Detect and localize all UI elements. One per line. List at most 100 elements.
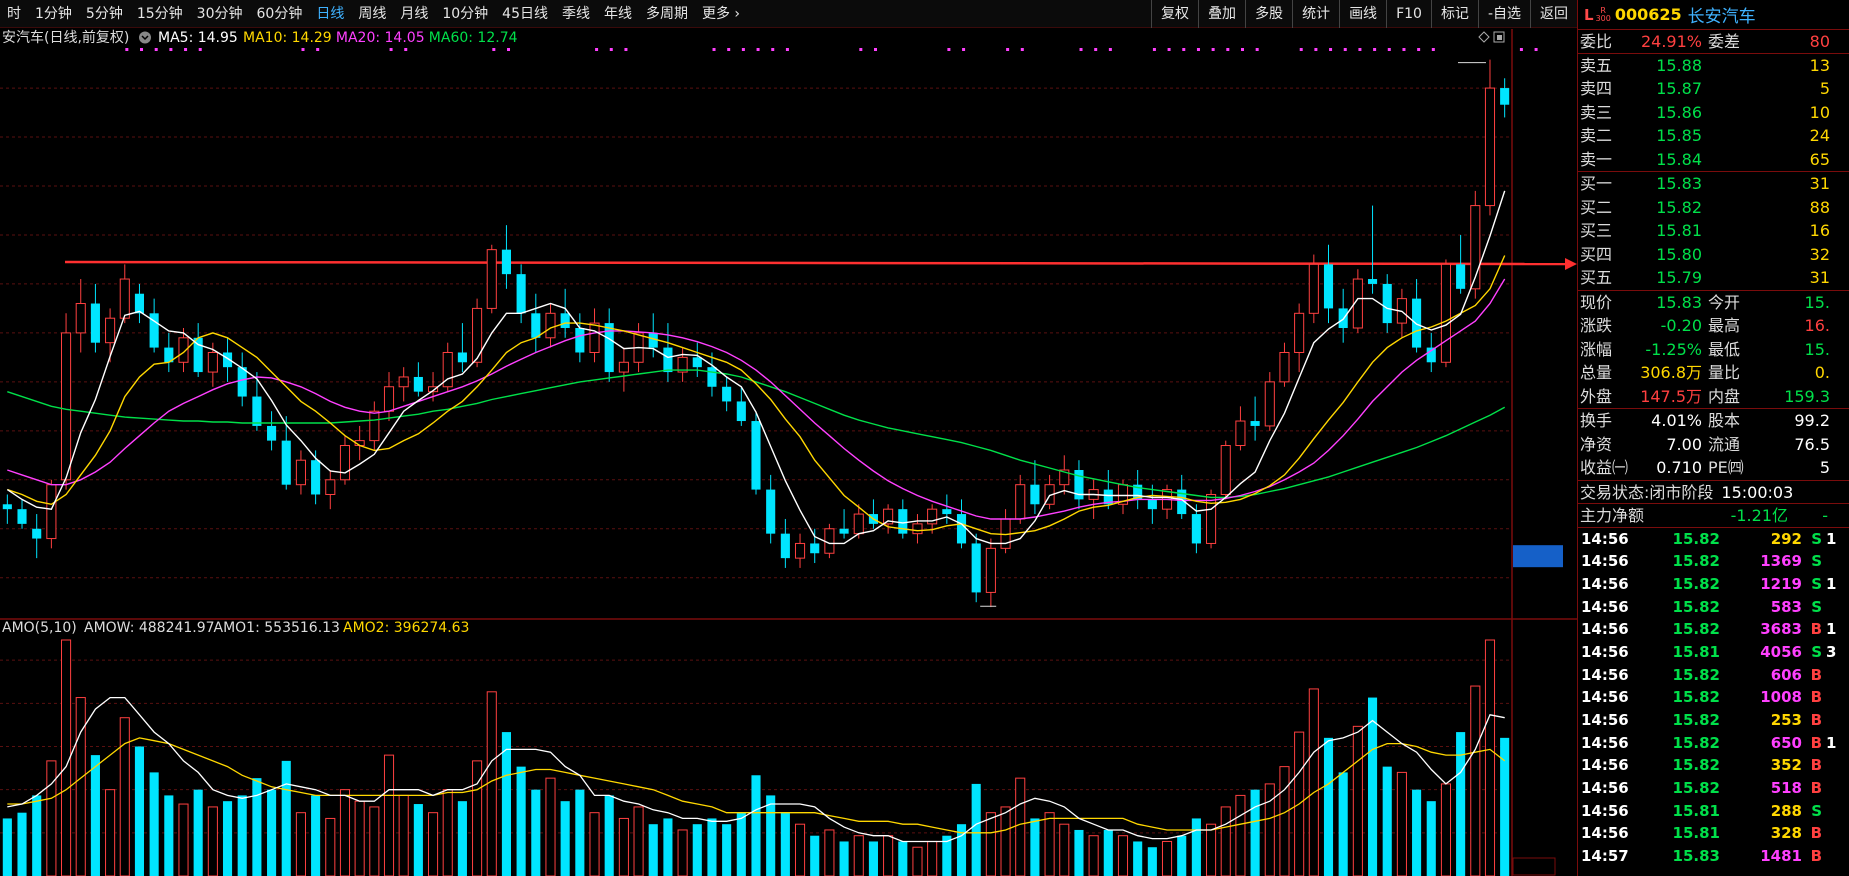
tab-period-8[interactable]: 月线 — [393, 0, 435, 28]
volume-bar-10 — [149, 772, 159, 876]
tool-button-4[interactable]: 画线 — [1339, 0, 1386, 28]
tick-side: S — [1811, 529, 1822, 548]
stat-value: 7.00 — [1666, 434, 1702, 454]
candle-54 — [794, 533, 806, 568]
candle-body-101 — [1484, 87, 1496, 207]
current-price-box — [1513, 545, 1563, 568]
candle-body-85 — [1250, 421, 1260, 426]
stat-value: 0.710 — [1656, 458, 1702, 477]
candle-body-86 — [1264, 381, 1275, 427]
volume-bar-83 — [1220, 806, 1231, 876]
tool-button-5[interactable]: F10 — [1386, 0, 1431, 28]
candle-body-2 — [32, 528, 42, 539]
signal-dot-81 — [1314, 48, 1318, 51]
tick-list[interactable]: 14:56 15.82 292 S 1 14:56 15.82 1369 S 14:56 15.82… — [1578, 528, 1849, 868]
tick-time: 14:56 — [1581, 642, 1629, 661]
volume-bar-14 — [207, 806, 218, 876]
bids-label: 买四 — [1580, 244, 1613, 264]
candle-39 — [575, 313, 585, 363]
asks-price: 15.84 — [1656, 149, 1702, 169]
signal-dot-85 — [1373, 48, 1377, 51]
candle-body-18 — [267, 425, 277, 441]
volume-bar-57 — [839, 841, 849, 876]
tab-period-0[interactable]: 时 — [0, 0, 28, 28]
candle-62 — [912, 514, 923, 544]
tab-period-2[interactable]: 5分钟 — [79, 0, 130, 28]
stock-name[interactable]: 长安汽车 — [1688, 2, 1756, 27]
asks-volume: 5 — [1819, 79, 1830, 98]
tab-period-5[interactable]: 60分钟 — [250, 0, 310, 28]
candle-body-1 — [17, 509, 27, 524]
kline-chart[interactable]: 安汽车(日线,前复权) MA5: 14.95 MA10: 14.29 MA20: 1… — [0, 29, 1577, 876]
stat-label: 涨跌 — [1580, 316, 1613, 335]
tab-period-4[interactable]: 30分钟 — [190, 0, 250, 28]
tick-volume: 606 — [1770, 665, 1802, 684]
candle-40 — [589, 308, 600, 363]
tab-period-14[interactable]: 更多 › — [695, 0, 747, 28]
volume-bar-75 — [1103, 829, 1113, 876]
candle-41 — [604, 308, 614, 382]
price-axis — [1512, 545, 1563, 876]
tool-button-1[interactable]: 叠加 — [1198, 0, 1245, 28]
tick-count — [1822, 686, 1842, 709]
candle-body-22 — [325, 479, 336, 495]
candle-66 — [971, 533, 981, 603]
tab-period-9[interactable]: 10分钟 — [435, 0, 495, 28]
volume-bar-8 — [119, 717, 130, 876]
volume-bar-28 — [413, 804, 423, 876]
candle-77 — [1133, 470, 1143, 510]
candle-72 — [1059, 455, 1070, 495]
asks-label: 卖四 — [1580, 79, 1613, 98]
tab-period-12[interactable]: 年线 — [597, 0, 639, 28]
tick-volume: 292 — [1770, 529, 1802, 548]
volume-bar-101 — [1484, 639, 1496, 876]
tool-button-8[interactable]: 返回 — [1530, 0, 1577, 28]
tick-row: 14:56 15.81 288 S — [1578, 800, 1849, 823]
candle-5 — [75, 279, 86, 353]
asks-label: 卖三 — [1580, 102, 1613, 122]
tab-period-11[interactable]: 季线 — [555, 0, 597, 28]
asks-price: 15.85 — [1656, 126, 1702, 145]
ma-label-0: MA5: 14.95 — [158, 30, 238, 46]
stat-label: 内盘 — [1708, 386, 1741, 406]
tool-button-3[interactable]: 统计 — [1292, 0, 1339, 28]
tick-price: 15.82 — [1672, 529, 1720, 548]
candle-body-58 — [853, 513, 864, 535]
bids-row: 买一 15.83 31 — [1578, 172, 1849, 196]
ma-toggle-icon[interactable] — [139, 31, 151, 44]
stat-label: 总量 — [1580, 363, 1613, 382]
volume-bar-34 — [501, 732, 511, 876]
tab-period-6[interactable]: 日线 — [309, 0, 351, 28]
signal-dot-33 — [609, 48, 613, 51]
tick-row: 14:56 15.82 583 S — [1578, 596, 1849, 619]
candle-55 — [810, 528, 820, 564]
candle-body-98 — [1440, 263, 1451, 363]
signal-dot-41 — [727, 48, 731, 51]
volume-bar-69 — [1015, 777, 1026, 876]
tick-price: 15.82 — [1672, 665, 1720, 684]
tab-period-10[interactable]: 45日线 — [495, 0, 555, 28]
bids-volume: 88 — [1809, 197, 1830, 217]
tab-period-1[interactable]: 1分钟 — [28, 0, 79, 28]
tab-period-7[interactable]: 周线 — [351, 0, 393, 28]
tool-button-2[interactable]: 多股 — [1245, 0, 1292, 28]
stat-value: 15. — [1804, 339, 1830, 359]
tab-period-3[interactable]: 15分钟 — [130, 0, 190, 28]
volume-bar-58 — [853, 835, 864, 876]
diamond-icon[interactable] — [1478, 31, 1490, 43]
tool-button-6[interactable]: 标记 — [1430, 0, 1478, 28]
candle-body-0 — [2, 504, 12, 510]
candle-92 — [1352, 269, 1363, 333]
tick-time: 14:56 — [1581, 779, 1629, 798]
tick-time: 14:56 — [1581, 756, 1629, 775]
volume-title: AMO(5,10) — [2, 620, 77, 636]
stat-value: 0. — [1814, 363, 1830, 382]
ask-book: 卖五 15.88 13 卖四 15.87 5 卖三 15.86 10 卖二 15.85 24 卖一 15.… — [1578, 54, 1849, 172]
restore-icon[interactable] — [1493, 31, 1505, 43]
tool-button-0[interactable]: 复权 — [1151, 0, 1198, 28]
tab-period-13[interactable]: 多周期 — [639, 0, 695, 28]
candle-body-89 — [1308, 263, 1319, 314]
bids-row: 买三 15.81 16 — [1578, 219, 1849, 243]
candle-body-26 — [383, 386, 395, 412]
tool-button-7[interactable]: -自选 — [1477, 0, 1530, 28]
